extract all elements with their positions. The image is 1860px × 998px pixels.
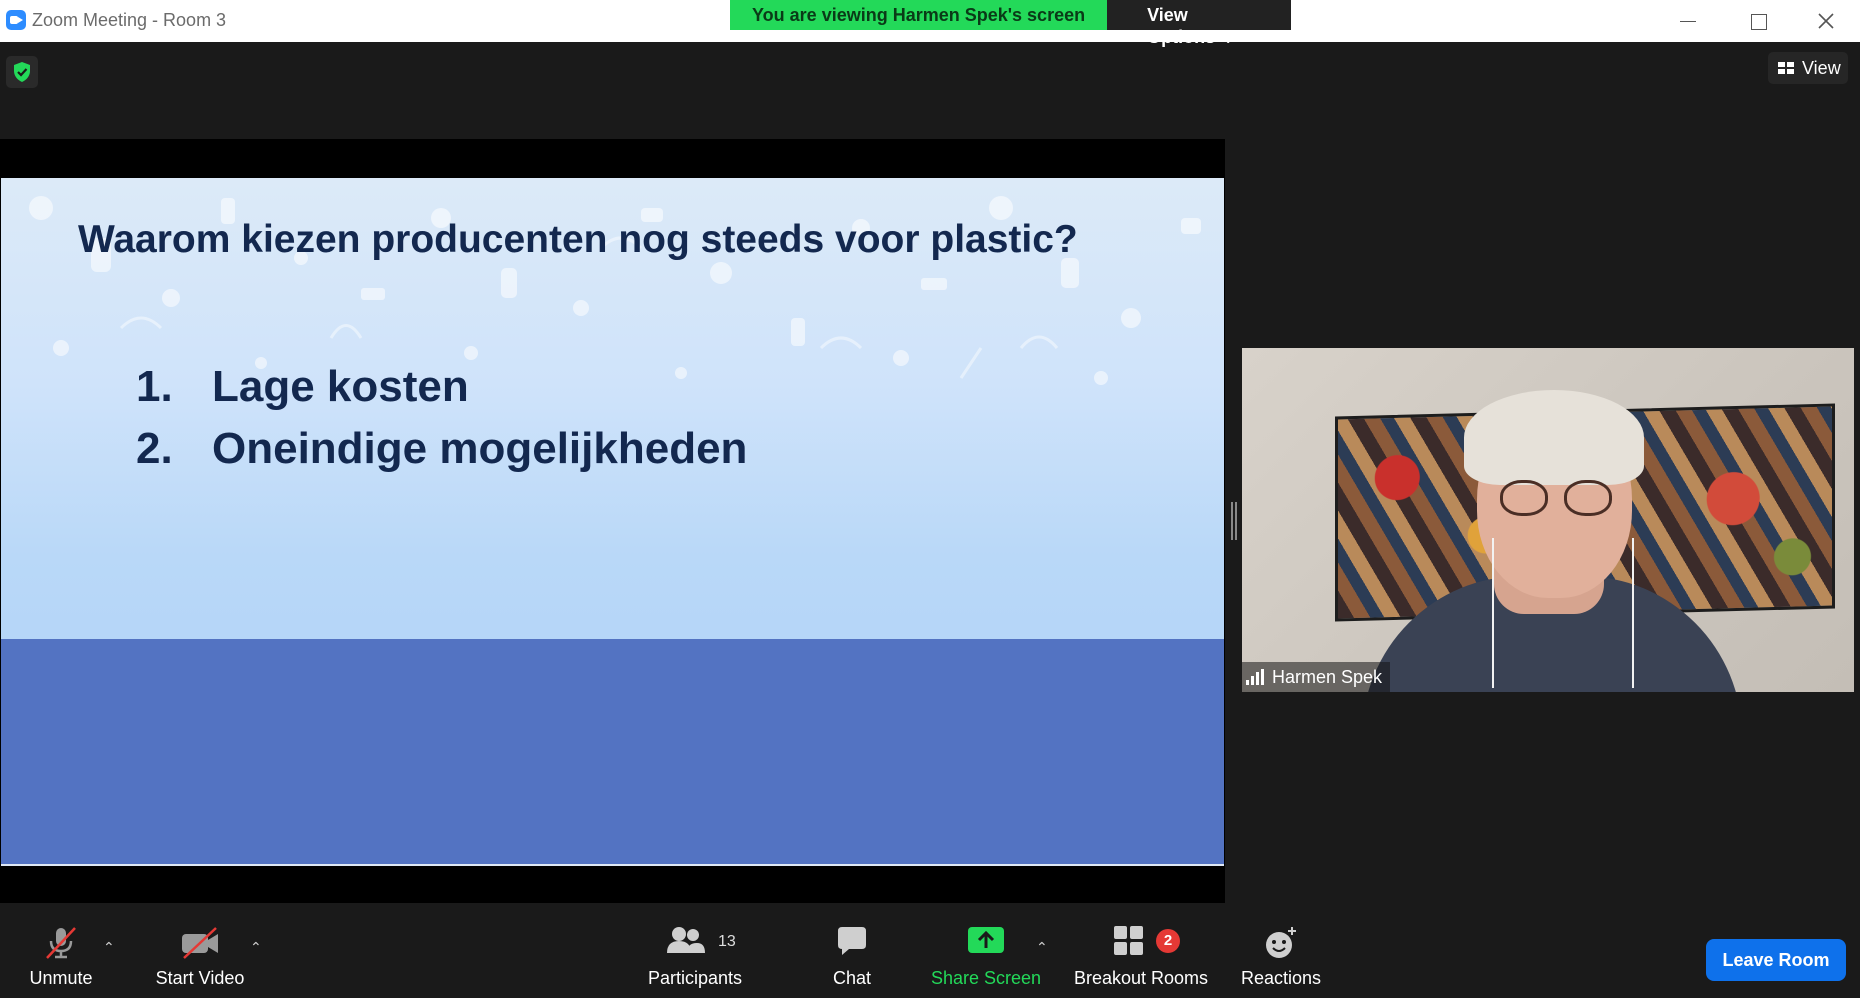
view-options-label: View Options [1147, 5, 1216, 47]
view-label: View [1802, 58, 1841, 78]
audio-options-caret[interactable]: ⌃ [103, 939, 115, 956]
grid-view-icon [1778, 62, 1794, 75]
muted-microphone-icon [46, 927, 76, 959]
participants-button[interactable]: 13 Participants [640, 903, 750, 998]
list-number: 1. [136, 362, 173, 411]
participants-count: 13 [718, 933, 736, 950]
viewing-status-text: You are viewing Harmen Spek's screen [730, 0, 1108, 30]
unmute-button[interactable]: Unmute [14, 903, 108, 998]
slide-list: 1. Lage kosten 2. Oneindige mogelijkheden [136, 356, 747, 480]
share-options-caret[interactable]: ⌃ [1036, 939, 1048, 956]
leave-room-button[interactable]: Leave Room [1706, 939, 1846, 981]
video-options-caret[interactable]: ⌃ [250, 939, 262, 956]
chat-label: Chat [832, 968, 872, 988]
slide-footer-band [1, 639, 1224, 866]
reactions-label: Reactions [1240, 968, 1322, 988]
start-video-label: Start Video [155, 968, 245, 988]
reactions-button[interactable]: Reactions [1234, 903, 1328, 998]
zoom-app-icon [6, 10, 26, 30]
participants-label: Participants [647, 968, 743, 988]
glasses [1500, 480, 1620, 520]
chevron-down-icon: ⌄ [1223, 32, 1234, 46]
view-options-button[interactable]: View Options ⌄ [1107, 0, 1292, 47]
participant-name-label: Harmen Spek [1242, 662, 1391, 692]
maximize-button[interactable] [1728, 4, 1788, 38]
window-title: Zoom Meeting - Room 3 [32, 10, 227, 30]
close-button[interactable] [1796, 4, 1856, 38]
video-off-icon [182, 927, 218, 959]
shield-check-icon [14, 62, 30, 82]
chat-button[interactable]: Chat [812, 903, 892, 998]
minimize-button[interactable] [1658, 4, 1718, 38]
signal-strength-icon [1246, 669, 1266, 685]
slide-title: Waarom kiezen producenten nog steeds voo… [78, 218, 1078, 261]
person-hair [1464, 390, 1644, 485]
add-reaction-icon [1266, 927, 1296, 958]
presentation-slide: Waarom kiezen producenten nog steeds voo… [1, 178, 1224, 866]
share-screen-label: Share Screen [930, 968, 1042, 988]
participant-video-tile[interactable]: Harmen Spek [1242, 348, 1854, 692]
breakout-rooms-icon [1114, 926, 1143, 955]
participants-icon [667, 927, 705, 953]
unmute-label: Unmute [29, 968, 93, 988]
close-icon [1818, 13, 1834, 29]
list-text: Lage kosten [212, 362, 469, 411]
breakout-rooms-button[interactable]: 2 Breakout Rooms [1070, 903, 1212, 998]
share-screen-icon [968, 927, 1004, 953]
slide-list-item: 1. Lage kosten [136, 356, 747, 418]
split-resize-handle[interactable] [1231, 502, 1237, 540]
view-layout-button[interactable]: View [1768, 52, 1848, 84]
start-video-button[interactable]: Start Video [150, 903, 250, 998]
meeting-toolbar: Unmute ⌃ Start Video ⌃ 13 Participants C… [0, 903, 1860, 998]
viewing-banner: You are viewing Harmen Spek's screen Vie… [730, 0, 1292, 47]
earphone-wire [1632, 538, 1634, 688]
security-shield-button[interactable] [6, 56, 38, 88]
list-text: Oneindige mogelijkheden [212, 424, 748, 473]
shared-screen: Waarom kiezen producenten nog steeds voo… [0, 139, 1225, 903]
share-screen-button[interactable]: Share Screen [928, 903, 1044, 998]
breakout-rooms-badge: 2 [1156, 929, 1180, 953]
participant-name: Harmen Spek [1272, 667, 1383, 687]
title-bar: Zoom Meeting - Room 3 You are viewing Ha… [0, 0, 1860, 47]
slide-list-item: 2. Oneindige mogelijkheden [136, 418, 747, 480]
chat-icon [838, 927, 866, 955]
earphone-wire [1492, 538, 1494, 688]
list-number: 2. [136, 424, 173, 473]
breakout-rooms-label: Breakout Rooms [1073, 968, 1209, 988]
